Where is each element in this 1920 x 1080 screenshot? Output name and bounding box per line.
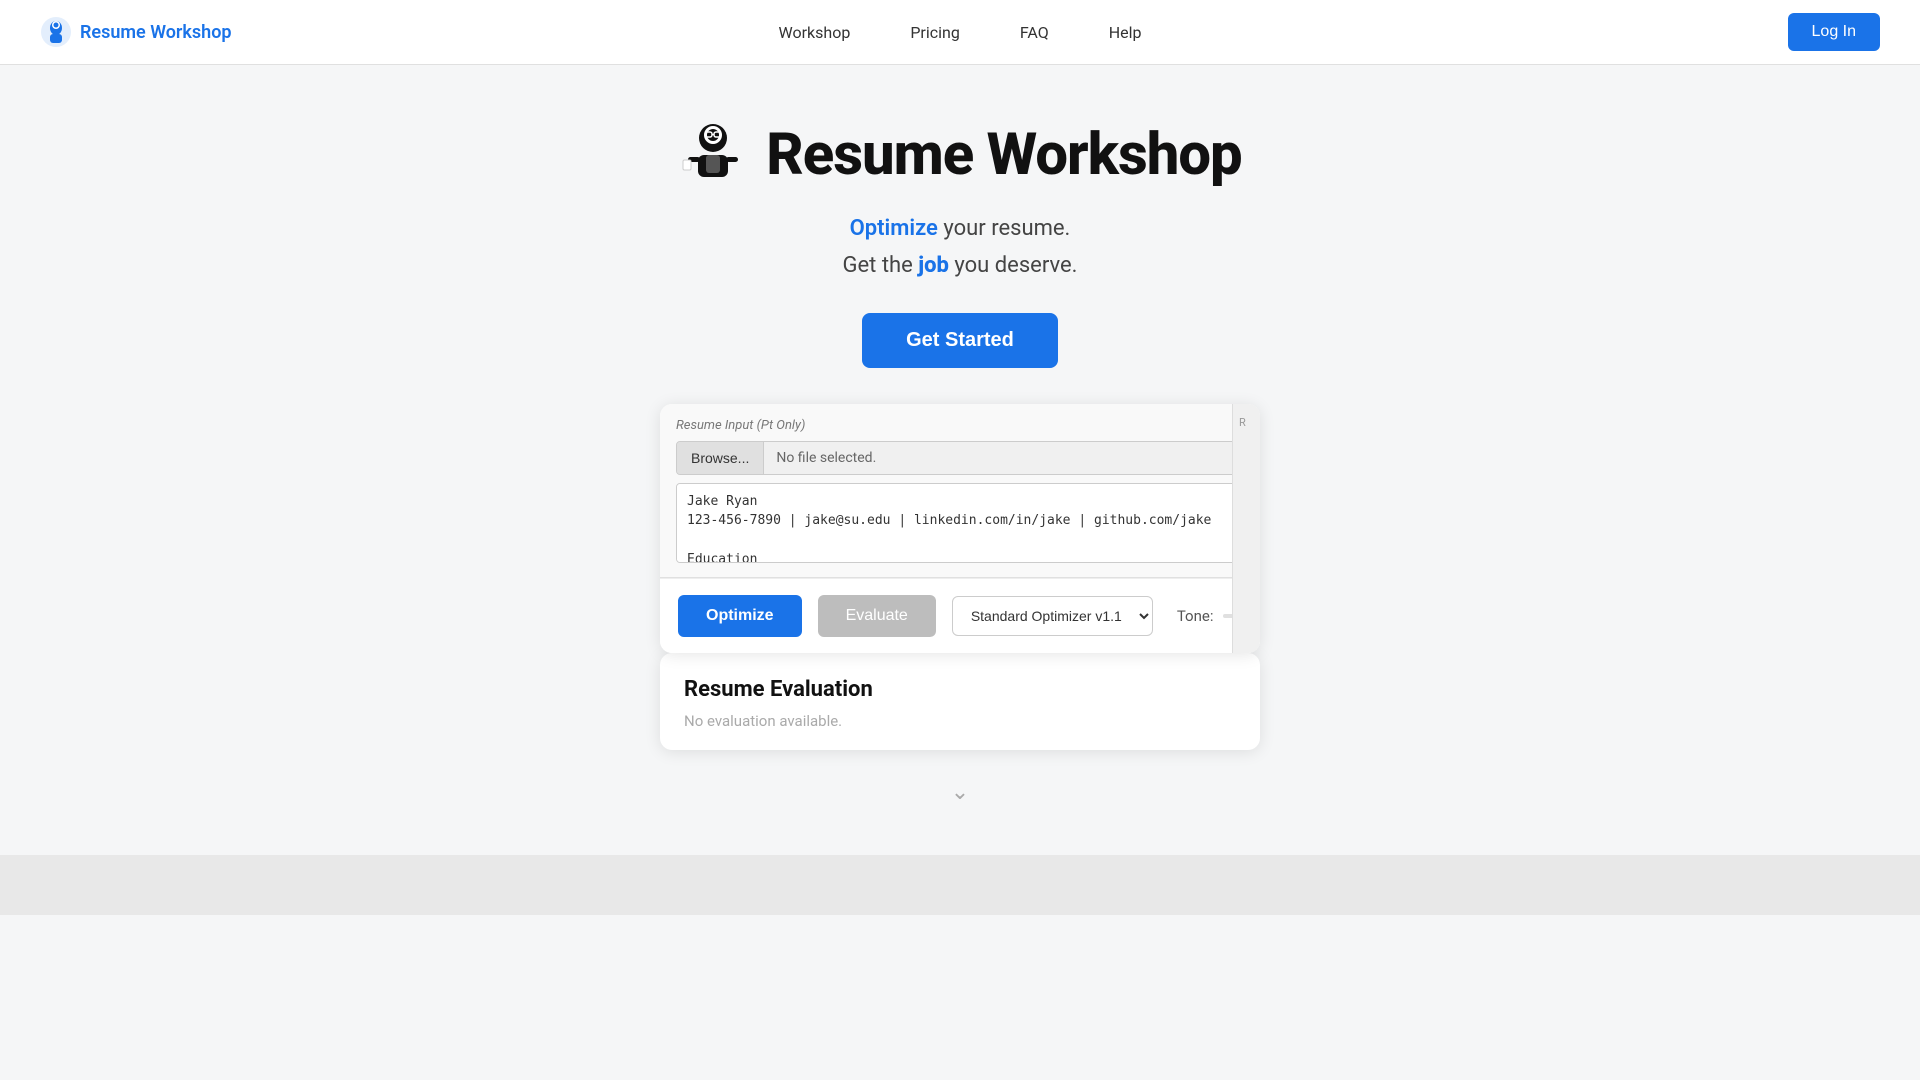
logo-text: Resume Workshop <box>80 22 232 43</box>
hero-subtitle-suffix1: your resume. <box>938 216 1070 241</box>
right-panel-hint-inner: R <box>1233 404 1260 441</box>
nav-workshop[interactable]: Workshop <box>779 23 851 42</box>
workshop-card: Resume Input (Pt Only) Browse... No file… <box>660 404 1260 653</box>
evaluate-button[interactable]: Evaluate <box>818 595 936 637</box>
hero-subtitle-line2-prefix: Get the <box>843 253 919 278</box>
evaluation-empty-label: No evaluation available. <box>684 712 1236 730</box>
hero-section: Resume Workshop Optimize your resume. Ge… <box>0 65 1920 835</box>
workshop-card-actions: Optimize Evaluate Standard Optimizer v1.… <box>660 578 1260 653</box>
mascot-icon <box>678 120 748 190</box>
logo-icon <box>40 16 72 48</box>
hero-subtitle-line2-suffix: you deserve. <box>949 253 1078 278</box>
browse-button[interactable]: Browse... <box>677 442 764 474</box>
right-panel-hint: R <box>1232 404 1260 653</box>
optimize-button[interactable]: Optimize <box>678 595 802 637</box>
file-name-label: No file selected. <box>764 442 1243 474</box>
tone-label: Tone: <box>1177 607 1214 625</box>
hero-title: Resume Workshop <box>766 121 1241 189</box>
footer-area <box>0 855 1920 915</box>
workshop-card-top: Resume Input (Pt Only) Browse... No file… <box>660 404 1260 578</box>
nav-help[interactable]: Help <box>1109 23 1142 42</box>
evaluation-title: Resume Evaluation <box>684 677 1236 702</box>
resume-input-label: Resume Input (Pt Only) <box>676 418 1244 433</box>
hero-title-row: Resume Workshop <box>678 120 1241 190</box>
navbar: Resume Workshop Workshop Pricing FAQ Hel… <box>0 0 1920 65</box>
hero-optimize-text: Optimize <box>850 216 938 241</box>
file-input-row: Browse... No file selected. <box>676 441 1244 475</box>
hero-subtitle: Optimize your resume. Get the job you de… <box>843 210 1078 285</box>
scroll-indicator: ⌄ <box>951 780 969 805</box>
cards-wrapper: Resume Input (Pt Only) Browse... No file… <box>660 404 1260 750</box>
evaluation-section: Resume Evaluation No evaluation availabl… <box>660 653 1260 750</box>
chevron-down-icon: ⌄ <box>951 780 969 805</box>
hero-job-text: job <box>918 253 949 278</box>
main-nav: Workshop Pricing FAQ Help <box>779 23 1142 42</box>
optimizer-select[interactable]: Standard Optimizer v1.1 <box>952 596 1153 636</box>
nav-pricing[interactable]: Pricing <box>910 23 960 42</box>
nav-faq[interactable]: FAQ <box>1020 23 1049 42</box>
resume-textarea[interactable] <box>676 483 1244 563</box>
login-button[interactable]: Log In <box>1788 13 1880 51</box>
get-started-button[interactable]: Get Started <box>862 313 1058 368</box>
logo[interactable]: Resume Workshop <box>40 16 232 48</box>
